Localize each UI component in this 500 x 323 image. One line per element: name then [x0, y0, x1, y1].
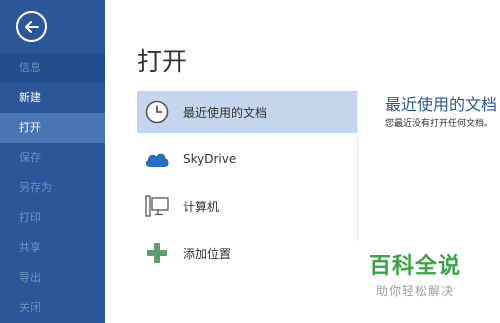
- watermark: 百科全说 助你轻松解决: [360, 248, 470, 299]
- places-list: 最近使用的文档 SkyDrive 计算机 添加位置: [137, 91, 357, 279]
- arrow-left-icon: [24, 20, 39, 33]
- sidebar-item-open[interactable]: 打开: [0, 113, 105, 143]
- place-skydrive[interactable]: SkyDrive: [137, 138, 357, 180]
- backstage-nav: 信息 新建 打开 保存 另存为 打印 共享 导出 关闭: [0, 53, 105, 323]
- sidebar-item-print[interactable]: 打印: [0, 203, 105, 233]
- place-label: 添加位置: [183, 246, 232, 261]
- recent-documents-heading: 最近使用的文档: [385, 95, 498, 114]
- sidebar-item-save[interactable]: 保存: [0, 143, 105, 173]
- place-label: SkyDrive: [183, 152, 237, 166]
- backstage-sidebar: 信息 新建 打开 保存 另存为 打印 共享 导出 关闭: [0, 0, 105, 323]
- clock-icon: [141, 96, 173, 128]
- sidebar-item-share[interactable]: 共享: [0, 233, 105, 263]
- pane-divider: [357, 91, 358, 241]
- place-recent-documents[interactable]: 最近使用的文档: [137, 91, 357, 133]
- sidebar-item-info[interactable]: 信息: [0, 53, 105, 83]
- sidebar-item-export[interactable]: 导出: [0, 263, 105, 293]
- sidebar-item-new[interactable]: 新建: [0, 83, 105, 113]
- cloud-icon: [141, 143, 173, 175]
- computer-icon: [141, 190, 173, 222]
- page-title: 打开: [137, 47, 188, 76]
- recent-documents-empty-message: 您最近没有打开任何文档。: [385, 119, 494, 129]
- sidebar-item-close[interactable]: 关闭: [0, 293, 105, 323]
- back-button[interactable]: [16, 11, 47, 42]
- place-label: 最近使用的文档: [183, 105, 268, 120]
- place-add-location[interactable]: 添加位置: [137, 232, 357, 274]
- sidebar-item-save-as[interactable]: 另存为: [0, 173, 105, 203]
- place-computer[interactable]: 计算机: [137, 185, 357, 227]
- plus-icon: [141, 237, 173, 269]
- place-label: 计算机: [183, 199, 220, 214]
- watermark-slogan: 助你轻松解决: [375, 284, 454, 298]
- watermark-brand: 百科全说: [368, 254, 461, 279]
